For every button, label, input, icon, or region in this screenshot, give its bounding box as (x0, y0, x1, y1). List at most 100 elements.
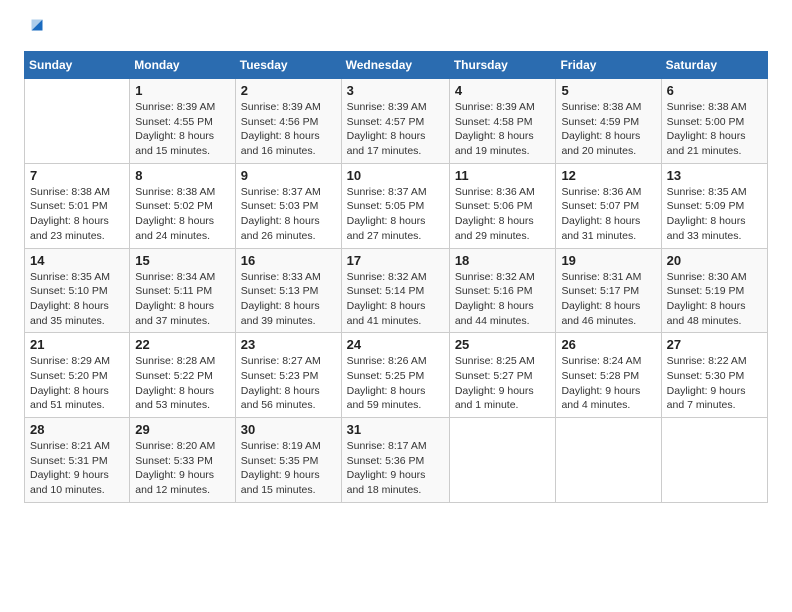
calendar-table: SundayMondayTuesdayWednesdayThursdayFrid… (24, 51, 768, 503)
day-cell: 8 Sunrise: 8:38 AMSunset: 5:02 PMDaylight… (130, 163, 236, 248)
weekday-sunday: Sunday (25, 52, 130, 79)
day-info: Sunrise: 8:39 AMSunset: 4:58 PMDaylight:… (455, 100, 551, 159)
day-number: 3 (347, 83, 444, 98)
day-number: 20 (667, 253, 762, 268)
day-cell: 3 Sunrise: 8:39 AMSunset: 4:57 PMDaylight… (341, 79, 449, 164)
day-cell: 10Sunrise: 8:37 AMSunset: 5:05 PMDayligh… (341, 163, 449, 248)
day-cell: 28 Sunrise: 8:21 AMSunset: 5:31 PMDayligh… (25, 418, 130, 503)
day-cell: 13 Sunrise: 8:35 AMSunset: 5:09 PMDayligh… (661, 163, 767, 248)
day-cell: 27 Sunrise: 8:22 AMSunset: 5:30 PMDayligh… (661, 333, 767, 418)
day-cell: 21 Sunrise: 8:29 AMSunset: 5:20 PMDayligh… (25, 333, 130, 418)
day-cell: 7 Sunrise: 8:38 AMSunset: 5:01 PMDaylight… (25, 163, 130, 248)
page: SundayMondayTuesdayWednesdayThursdayFrid… (0, 0, 792, 612)
day-cell: 19Sunrise: 8:31 AMSunset: 5:17 PMDayligh… (556, 248, 661, 333)
day-number: 4 (455, 83, 551, 98)
day-cell: 26 Sunrise: 8:24 AMSunset: 5:28 PMDayligh… (556, 333, 661, 418)
header (24, 20, 768, 41)
day-info: Sunrise: 8:26 AMSunset: 5:25 PMDaylight:… (347, 354, 444, 413)
logo (24, 20, 48, 41)
day-number: 1 (135, 83, 230, 98)
day-cell: 31Sunrise: 8:17 AMSunset: 5:36 PMDayligh… (341, 418, 449, 503)
day-cell: 6Sunrise: 8:38 AMSunset: 5:00 PMDaylight… (661, 79, 767, 164)
logo-icon (26, 14, 48, 36)
day-info: Sunrise: 8:19 AMSunset: 5:35 PMDaylight:… (241, 439, 336, 498)
day-cell: 11Sunrise: 8:36 AMSunset: 5:06 PMDayligh… (449, 163, 556, 248)
day-number: 28 (30, 422, 124, 437)
weekday-tuesday: Tuesday (235, 52, 341, 79)
weekday-friday: Friday (556, 52, 661, 79)
day-cell (449, 418, 556, 503)
day-info: Sunrise: 8:28 AMSunset: 5:22 PMDaylight:… (135, 354, 230, 413)
day-cell: 20 Sunrise: 8:30 AMSunset: 5:19 PMDayligh… (661, 248, 767, 333)
day-cell (25, 79, 130, 164)
day-number: 17 (347, 253, 444, 268)
day-cell: 30Sunrise: 8:19 AMSunset: 5:35 PMDayligh… (235, 418, 341, 503)
day-cell: 23Sunrise: 8:27 AMSunset: 5:23 PMDayligh… (235, 333, 341, 418)
day-cell: 4 Sunrise: 8:39 AMSunset: 4:58 PMDaylight… (449, 79, 556, 164)
day-info: Sunrise: 8:17 AMSunset: 5:36 PMDaylight:… (347, 439, 444, 498)
day-cell: 14 Sunrise: 8:35 AMSunset: 5:10 PMDayligh… (25, 248, 130, 333)
day-info: Sunrise: 8:38 AMSunset: 5:02 PMDaylight:… (135, 185, 230, 244)
day-number: 29 (135, 422, 230, 437)
day-cell: 1Sunrise: 8:39 AMSunset: 4:55 PMDaylight… (130, 79, 236, 164)
day-number: 21 (30, 337, 124, 352)
day-cell: 24 Sunrise: 8:26 AMSunset: 5:25 PMDayligh… (341, 333, 449, 418)
day-number: 14 (30, 253, 124, 268)
day-cell: 12 Sunrise: 8:36 AMSunset: 5:07 PMDayligh… (556, 163, 661, 248)
day-cell (556, 418, 661, 503)
day-number: 15 (135, 253, 230, 268)
day-number: 24 (347, 337, 444, 352)
day-info: Sunrise: 8:29 AMSunset: 5:20 PMDaylight:… (30, 354, 124, 413)
day-number: 9 (241, 168, 336, 183)
day-number: 16 (241, 253, 336, 268)
day-number: 7 (30, 168, 124, 183)
day-number: 12 (561, 168, 655, 183)
day-cell (661, 418, 767, 503)
day-cell: 15 Sunrise: 8:34 AMSunset: 5:11 PMDayligh… (130, 248, 236, 333)
day-cell: 22 Sunrise: 8:28 AMSunset: 5:22 PMDayligh… (130, 333, 236, 418)
day-number: 6 (667, 83, 762, 98)
week-row-5: 28 Sunrise: 8:21 AMSunset: 5:31 PMDayligh… (25, 418, 768, 503)
day-number: 23 (241, 337, 336, 352)
day-info: Sunrise: 8:22 AMSunset: 5:30 PMDaylight:… (667, 354, 762, 413)
day-info: Sunrise: 8:37 AMSunset: 5:03 PMDaylight:… (241, 185, 336, 244)
day-number: 27 (667, 337, 762, 352)
day-info: Sunrise: 8:34 AMSunset: 5:11 PMDaylight:… (135, 270, 230, 329)
day-number: 22 (135, 337, 230, 352)
day-info: Sunrise: 8:25 AMSunset: 5:27 PMDaylight:… (455, 354, 551, 413)
day-info: Sunrise: 8:35 AMSunset: 5:10 PMDaylight:… (30, 270, 124, 329)
day-cell: 2 Sunrise: 8:39 AMSunset: 4:56 PMDaylight… (235, 79, 341, 164)
day-number: 26 (561, 337, 655, 352)
weekday-header-row: SundayMondayTuesdayWednesdayThursdayFrid… (25, 52, 768, 79)
day-number: 8 (135, 168, 230, 183)
weekday-wednesday: Wednesday (341, 52, 449, 79)
day-info: Sunrise: 8:32 AMSunset: 5:16 PMDaylight:… (455, 270, 551, 329)
day-info: Sunrise: 8:39 AMSunset: 4:57 PMDaylight:… (347, 100, 444, 159)
day-info: Sunrise: 8:35 AMSunset: 5:09 PMDaylight:… (667, 185, 762, 244)
week-row-4: 21 Sunrise: 8:29 AMSunset: 5:20 PMDayligh… (25, 333, 768, 418)
week-row-3: 14 Sunrise: 8:35 AMSunset: 5:10 PMDayligh… (25, 248, 768, 333)
day-info: Sunrise: 8:39 AMSunset: 4:56 PMDaylight:… (241, 100, 336, 159)
day-info: Sunrise: 8:36 AMSunset: 5:07 PMDaylight:… (561, 185, 655, 244)
day-info: Sunrise: 8:30 AMSunset: 5:19 PMDaylight:… (667, 270, 762, 329)
day-number: 2 (241, 83, 336, 98)
day-info: Sunrise: 8:38 AMSunset: 4:59 PMDaylight:… (561, 100, 655, 159)
day-cell: 16 Sunrise: 8:33 AMSunset: 5:13 PMDayligh… (235, 248, 341, 333)
day-number: 13 (667, 168, 762, 183)
week-row-1: 1Sunrise: 8:39 AMSunset: 4:55 PMDaylight… (25, 79, 768, 164)
day-cell: 9 Sunrise: 8:37 AMSunset: 5:03 PMDaylight… (235, 163, 341, 248)
week-row-2: 7 Sunrise: 8:38 AMSunset: 5:01 PMDaylight… (25, 163, 768, 248)
day-cell: 5Sunrise: 8:38 AMSunset: 4:59 PMDaylight… (556, 79, 661, 164)
day-number: 18 (455, 253, 551, 268)
weekday-monday: Monday (130, 52, 236, 79)
weekday-saturday: Saturday (661, 52, 767, 79)
day-info: Sunrise: 8:38 AMSunset: 5:01 PMDaylight:… (30, 185, 124, 244)
day-number: 19 (561, 253, 655, 268)
day-cell: 18 Sunrise: 8:32 AMSunset: 5:16 PMDayligh… (449, 248, 556, 333)
day-info: Sunrise: 8:37 AMSunset: 5:05 PMDaylight:… (347, 185, 444, 244)
day-cell: 29Sunrise: 8:20 AMSunset: 5:33 PMDayligh… (130, 418, 236, 503)
day-cell: 25Sunrise: 8:25 AMSunset: 5:27 PMDayligh… (449, 333, 556, 418)
day-info: Sunrise: 8:21 AMSunset: 5:31 PMDaylight:… (30, 439, 124, 498)
day-info: Sunrise: 8:33 AMSunset: 5:13 PMDaylight:… (241, 270, 336, 329)
day-info: Sunrise: 8:24 AMSunset: 5:28 PMDaylight:… (561, 354, 655, 413)
